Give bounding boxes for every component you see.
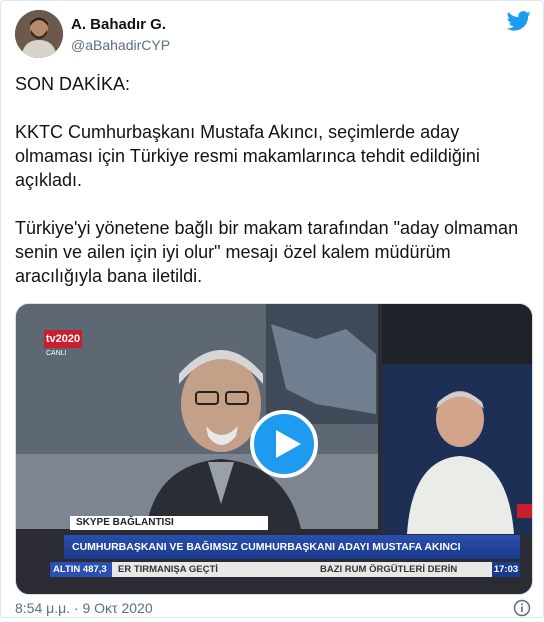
news-ticker: ALTIN 487,3 ER TIRMANIŞA GEÇTİ BAZI RUM … <box>50 562 520 577</box>
info-icon[interactable] <box>513 599 531 617</box>
video-caption: CUMHURBAŞKANI VE BAĞIMSIZ CUMHURBAŞKANI … <box>64 535 520 559</box>
twitter-bird-icon[interactable] <box>506 11 531 31</box>
tweet-paragraph-3: Türkiye'yi yönetene bağlı bir makam tara… <box>15 218 519 286</box>
ticker-left: ALTIN 487,3 <box>50 562 112 577</box>
ticker-time: 17:03 <box>492 562 520 577</box>
tweet-text: SON DAKİKA: KKTC Cumhurbaşkanı Mustafa A… <box>15 72 525 312</box>
play-icon <box>276 430 301 458</box>
skype-label: SKYPE BAĞLANTISI <box>70 516 268 530</box>
author-name[interactable]: A. Bahadır G. <box>71 16 166 33</box>
tweet-paragraph-2: KKTC Cumhurbaşkanı Mustafa Akıncı, seçim… <box>15 122 480 190</box>
tweet-timestamp[interactable]: 8:54 μ.μ. · 9 Οκτ 2020 <box>15 600 153 616</box>
tweet-paragraph-1: SON DAKİKA: <box>15 74 131 94</box>
video-right-top <box>382 304 532 364</box>
video-player[interactable]: tv2020 CANLI SKYPE BAĞLANTISI CUMHURBAŞK… <box>15 303 533 595</box>
channel-live-label: CANLI <box>46 350 67 357</box>
author-handle[interactable]: @aBahadirCYP <box>71 37 170 53</box>
tweet-card: A. Bahadır G. @aBahadirCYP SON DAKİKA: K… <box>0 0 544 618</box>
play-button[interactable] <box>250 410 318 478</box>
channel-logo: tv2020 <box>44 330 82 348</box>
avatar[interactable] <box>15 10 63 58</box>
video-right-pane <box>382 364 532 534</box>
ticker-right: BAZI RUM ÖRGÜTLERİ DERİN <box>320 564 458 575</box>
ticker-middle: ER TIRMANIŞA GEÇTİ <box>118 564 218 575</box>
